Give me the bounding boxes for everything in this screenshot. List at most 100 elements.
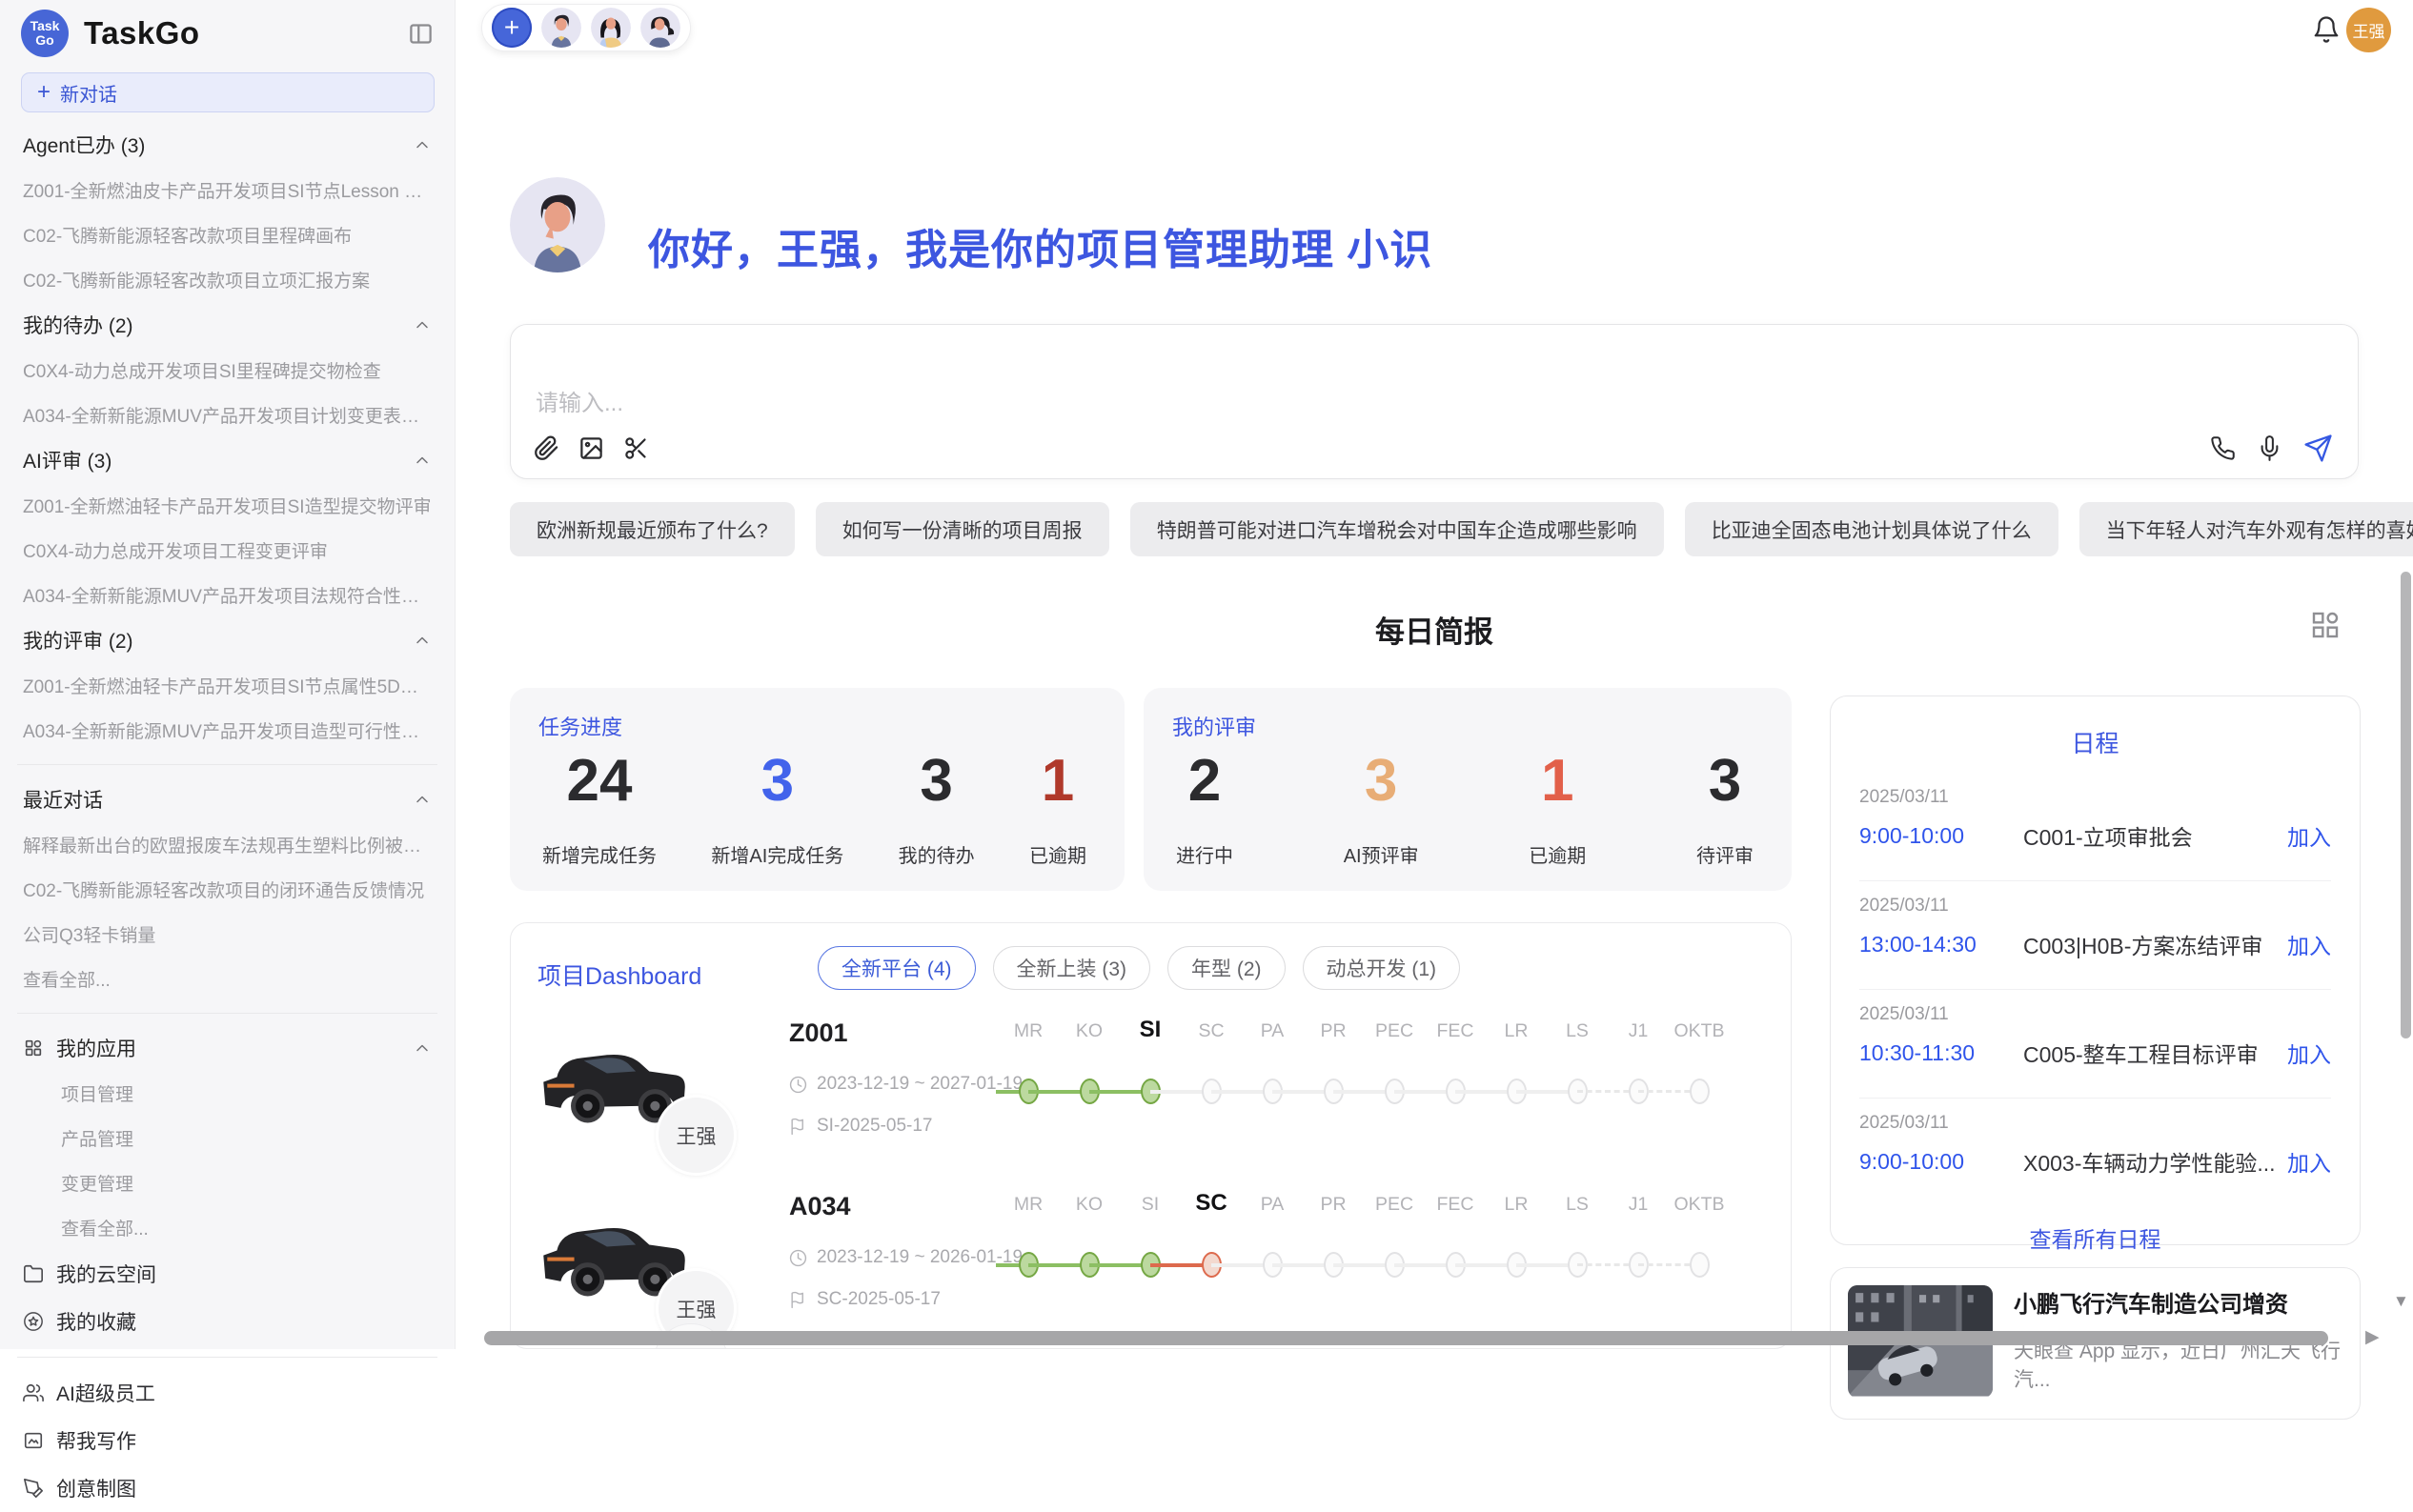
sidebar-item-我的收藏[interactable]: 我的收藏 bbox=[0, 1298, 455, 1345]
schedule-time: 9:00-10:00 bbox=[1859, 823, 2023, 849]
agent-avatar-3[interactable] bbox=[640, 8, 680, 48]
user-avatar[interactable]: 王强 bbox=[2346, 8, 2391, 52]
join-link[interactable]: 加入 bbox=[2287, 819, 2331, 852]
sidebar-item[interactable]: A034-全新新能源MUV产品开发项目法规符合性评审 bbox=[0, 573, 455, 617]
recent-chat-item[interactable]: C02-飞腾新能源轻客改款项目的闭环通告反馈情况 bbox=[0, 867, 455, 912]
milestone-timeline: MRKOSISCPAPRPECFECLRLSJ1OKTB bbox=[992, 1018, 1745, 1133]
schedule-event-name: X003-车辆动力学性能验... bbox=[2023, 1145, 2287, 1178]
project-dates: 2023-12-19 ~ 2026-01-19 bbox=[789, 1247, 1023, 1268]
chat-input[interactable]: 请输入... bbox=[536, 384, 623, 417]
sidebar-item[interactable]: A034-全新新能源MUV产品开发项目计划变更表编写 bbox=[0, 393, 455, 437]
stat-label: 我的待办 bbox=[899, 840, 975, 868]
milestone-label: MR bbox=[998, 1194, 1059, 1216]
dashboard-tab[interactable]: 年型 (2) bbox=[1167, 946, 1286, 990]
layout-grid-icon[interactable] bbox=[2310, 610, 2341, 640]
schedule-row: 10:30-11:30C005-整车工程目标评审加入 bbox=[1859, 1037, 2331, 1069]
sidebar-tool-label: 创意制图 bbox=[56, 1474, 136, 1502]
recent-chat-item[interactable]: 公司Q3轻卡销量 bbox=[0, 912, 455, 957]
add-agent-button[interactable]: + bbox=[492, 8, 532, 48]
app-item[interactable]: 产品管理 bbox=[0, 1116, 455, 1160]
app-item[interactable]: 变更管理 bbox=[0, 1160, 455, 1205]
schedule-item: 2025/03/1110:30-11:30C005-整车工程目标评审加入 bbox=[1859, 990, 2331, 1099]
apps-view-all-link[interactable]: 查看全部... bbox=[0, 1205, 455, 1250]
sidebar-item[interactable]: C02-飞腾新能源轻客改款项目立项汇报方案 bbox=[0, 257, 455, 302]
notifications-bell-icon[interactable] bbox=[2312, 15, 2341, 44]
sidebar-section-0-title: Agent已办 (3) bbox=[23, 131, 145, 159]
sidebar-item[interactable]: C02-飞腾新能源轻客改款项目里程碑画布 bbox=[0, 212, 455, 257]
sidebar-header: Task Go TaskGo bbox=[0, 0, 455, 65]
image-upload-icon[interactable] bbox=[578, 435, 604, 461]
sidebar-recent-header[interactable]: 最近对话 bbox=[0, 776, 455, 822]
milestone-label: SI bbox=[1120, 1017, 1181, 1043]
stat-item: 24新增完成任务 bbox=[542, 751, 657, 868]
recent-view-all-link[interactable]: 查看全部... bbox=[0, 957, 455, 1001]
sidebar-section-3-header[interactable]: 我的评审 (2) bbox=[0, 617, 455, 663]
sidebar-item[interactable]: C0X4-动力总成开发项目工程变更评审 bbox=[0, 528, 455, 573]
sidebar-tool-创意制图[interactable]: 创意制图 bbox=[0, 1464, 455, 1512]
sidebar-item[interactable]: C0X4-动力总成开发项目SI里程碑提交物检查 bbox=[0, 348, 455, 393]
stat-label: 已逾期 bbox=[1029, 840, 1086, 868]
sidebar-section-2-header[interactable]: AI评审 (3) bbox=[0, 437, 455, 483]
suggestion-chip[interactable]: 当下年轻人对汽车外观有怎样的喜好趋势 bbox=[2079, 502, 2413, 556]
horizontal-scrollbar[interactable] bbox=[484, 1331, 2328, 1345]
voice-call-icon[interactable] bbox=[2210, 435, 2236, 461]
sidebar-tool-帮我写作[interactable]: 帮我写作 bbox=[0, 1417, 455, 1464]
sidebar-section-1-title: 我的待办 (2) bbox=[23, 311, 133, 339]
dashboard-tab[interactable]: 动总开发 (1) bbox=[1303, 946, 1461, 990]
suggestion-chip[interactable]: 如何写一份清晰的项目周报 bbox=[816, 502, 1109, 556]
agent-avatar-1[interactable] bbox=[541, 8, 581, 48]
suggestion-chip[interactable]: 比亚迪全固态电池计划具体说了什么 bbox=[1685, 502, 2058, 556]
new-chat-button[interactable]: + 新对话 bbox=[21, 72, 435, 112]
scroll-down-arrow-icon[interactable]: ▼ bbox=[2393, 1292, 2409, 1311]
schedule-date: 2025/03/11 bbox=[1859, 787, 2331, 808]
stat-value: 24 bbox=[567, 751, 633, 812]
project-dashboard-title: 项目Dashboard bbox=[537, 958, 701, 992]
milestone-label: LS bbox=[1547, 1020, 1608, 1042]
agent-avatar-2[interactable] bbox=[591, 8, 631, 48]
greeting-text: 你好，王强，我是你的项目管理助理 小识 bbox=[648, 215, 1432, 276]
stat-label: 进行中 bbox=[1176, 840, 1233, 868]
join-link[interactable]: 加入 bbox=[2287, 1145, 2331, 1178]
schedule-row: 13:00-14:30C003|H0B-方案冻结评审加入 bbox=[1859, 928, 2331, 960]
collapse-sidebar-icon[interactable] bbox=[408, 21, 434, 47]
attachment-icon[interactable] bbox=[534, 435, 559, 461]
join-link[interactable]: 加入 bbox=[2287, 1037, 2331, 1069]
microphone-icon[interactable] bbox=[2257, 435, 2282, 461]
my-review-title: 我的评审 bbox=[1172, 711, 1256, 741]
scroll-right-arrow-icon[interactable]: ▶ bbox=[2365, 1326, 2380, 1348]
sidebar-my-apps-header[interactable]: 我的应用 bbox=[0, 1025, 455, 1071]
flag-icon bbox=[789, 1291, 807, 1309]
stat-value: 3 bbox=[1365, 751, 1397, 812]
dashboard-tab[interactable]: 全新平台 (4) bbox=[818, 946, 976, 990]
dashboard-tab[interactable]: 全新上装 (3) bbox=[993, 946, 1151, 990]
app-item[interactable]: 项目管理 bbox=[0, 1071, 455, 1116]
sidebar-section-0-header[interactable]: Agent已办 (3) bbox=[0, 122, 455, 168]
project-dashboard-card: 项目Dashboard 全新平台 (4) 全新上装 (3) 年型 (2) 动总开发 (… bbox=[510, 922, 1792, 1349]
project-row: 王强Z0012023-12-19 ~ 2027-01-19SI-2025-05-… bbox=[511, 1018, 1792, 1209]
sidebar-item[interactable]: A034-全新新能源MUV产品开发项目造型可行性评审 bbox=[0, 708, 455, 753]
vertical-scrollbar[interactable] bbox=[2401, 572, 2411, 1038]
sidebar-item-我的云空间[interactable]: 我的云空间 bbox=[0, 1250, 455, 1298]
sidebar-tool-AI超级员工[interactable]: AI超级员工 bbox=[0, 1369, 455, 1417]
suggestion-chip[interactable]: 欧洲新规最近颁布了什么? bbox=[510, 502, 795, 556]
stat-label: 已逾期 bbox=[1529, 840, 1586, 868]
sidebar-section-1-header[interactable]: 我的待办 (2) bbox=[0, 302, 455, 348]
join-link[interactable]: 加入 bbox=[2287, 928, 2331, 960]
milestone-dot bbox=[1690, 1079, 1710, 1104]
schedule-row: 9:00-10:00C001-立项审批会加入 bbox=[1859, 819, 2331, 852]
composer-left-icons bbox=[534, 435, 649, 461]
view-all-schedule-link[interactable]: 查看所有日程 bbox=[1859, 1221, 2331, 1254]
project-flag: SC-2025-05-17 bbox=[789, 1289, 941, 1310]
scissors-icon[interactable] bbox=[623, 435, 649, 461]
suggestion-chip[interactable]: 特朗普可能对进口汽车增税会对中国车企造成哪些影响 bbox=[1130, 502, 1664, 556]
clock-icon bbox=[789, 1249, 807, 1267]
recent-chat-item[interactable]: 解释最新出台的欧盟报废车法规再生塑料比例被调至15%... bbox=[0, 822, 455, 867]
sidebar-item[interactable]: Z001-全新燃油皮卡产品开发项目SI节点Lesson Learn报告 bbox=[0, 168, 455, 212]
send-icon[interactable] bbox=[2303, 433, 2333, 463]
sidebar-item[interactable]: Z001-全新燃油轻卡产品开发项目SI造型提交物评审 bbox=[0, 483, 455, 528]
stat-item: 3待评审 bbox=[1696, 751, 1754, 868]
sidebar-item[interactable]: Z001-全新燃油轻卡产品开发项目SI节点属性5D文件评审 bbox=[0, 663, 455, 708]
sidebar-my-apps: 我的应用项目管理产品管理变更管理查看全部... bbox=[0, 1025, 455, 1250]
assistant-avatar bbox=[510, 177, 605, 272]
team-icon bbox=[23, 1382, 44, 1403]
